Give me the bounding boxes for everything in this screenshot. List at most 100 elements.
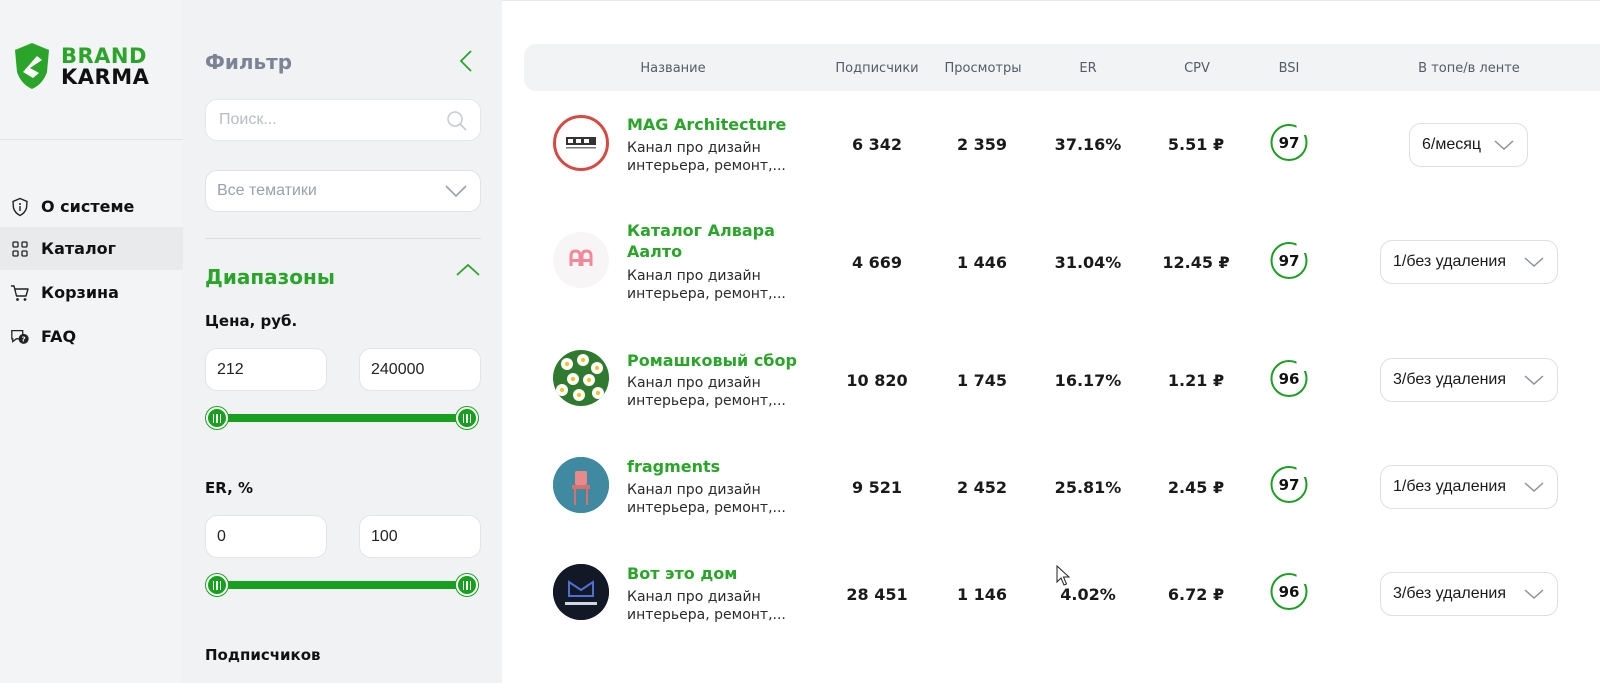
- ranges-section-title[interactable]: Диапазоны: [205, 265, 335, 289]
- brand-logo[interactable]: BRAND KARMA: [13, 40, 178, 96]
- header-name[interactable]: Название: [640, 61, 705, 76]
- svg-text:?: ?: [22, 334, 26, 343]
- top-placement-select[interactable]: 6/месяц: [1409, 123, 1528, 167]
- views-value: 2 452: [956, 478, 1008, 497]
- views-value: 2 359: [956, 135, 1008, 154]
- bsi-badge: 97: [1270, 241, 1309, 279]
- subscribers-value: 28 451: [846, 585, 908, 604]
- mouse-pointer-icon: [1056, 565, 1070, 586]
- top-placement-value: 1/без удаления: [1393, 478, 1507, 495]
- header-bsi[interactable]: BSI: [1279, 61, 1300, 76]
- wow-dom-avatar: [553, 564, 609, 620]
- channel-name-link[interactable]: Каталог Алвара Аалто: [627, 220, 807, 262]
- channel-description: Канал про дизайн интерьера, ремонт,...: [627, 589, 786, 623]
- top-placement-value: 6/месяц: [1422, 136, 1482, 153]
- nav-item-faq[interactable]: ? FAQ: [0, 315, 183, 358]
- channel-description: Канал про дизайн интерьера, ремонт,...: [627, 140, 786, 174]
- search-icon[interactable]: [446, 110, 468, 132]
- header-views[interactable]: Просмотры: [945, 61, 1022, 76]
- bsi-badge: 97: [1270, 465, 1309, 503]
- nav-item-about[interactable]: О системе: [0, 185, 183, 228]
- channel-description: Канал про дизайн интерьера, ремонт,...: [627, 482, 786, 516]
- top-placement-select[interactable]: 1/без удаления: [1380, 465, 1558, 509]
- subscribers-value: 10 820: [846, 371, 908, 390]
- price-slider-track[interactable]: [217, 414, 469, 422]
- search-field[interactable]: [205, 99, 481, 141]
- er-max-input[interactable]: [371, 527, 471, 546]
- subscribers-value: 4 669: [851, 253, 903, 272]
- catalog-aalto-avatar: [553, 232, 609, 288]
- chevron-down-icon: [1524, 257, 1544, 268]
- chevron-down-icon: [1524, 482, 1544, 493]
- nav-item-cart[interactable]: Корзина: [0, 271, 183, 314]
- header-cpv[interactable]: CPV: [1184, 61, 1210, 76]
- topics-select[interactable]: Все тематики: [205, 170, 481, 212]
- channel-description: Канал про дизайн интерьера, ремонт,...: [627, 375, 786, 409]
- er-value: 4.02%: [1060, 585, 1116, 604]
- er-slider-min-handle[interactable]: [206, 574, 228, 596]
- price-slider-max-handle[interactable]: [456, 407, 478, 429]
- nav-item-catalog[interactable]: Каталог: [0, 227, 183, 270]
- channel-name-link[interactable]: Вот это дом: [627, 563, 807, 584]
- nav-item-label: Каталог: [41, 239, 117, 258]
- er-value: 25.81%: [1054, 478, 1122, 497]
- top-placement-select[interactable]: 3/без удаления: [1380, 572, 1558, 616]
- table-header: Название Подписчики Просмотры ER CPV BSI…: [524, 44, 1600, 91]
- table-row[interactable]: Вот это дом Канал про дизайн интерьера, …: [502, 539, 1600, 646]
- table-row[interactable]: Каталог Алвара Аалто Канал про дизайн ин…: [502, 208, 1600, 315]
- table-row[interactable]: fragments Канал про дизайн интерьера, ре…: [502, 432, 1600, 539]
- header-subscribers[interactable]: Подписчики: [835, 61, 918, 76]
- cpv-value: 6.72 ₽: [1167, 585, 1225, 604]
- filter-title: Фильтр: [205, 50, 293, 74]
- main-navigation: BRAND KARMA О системе Каталог Корзина ? …: [0, 0, 183, 683]
- grid-icon: [10, 239, 30, 259]
- table-row[interactable]: Ромашковый сбор Канал про дизайн интерье…: [502, 325, 1600, 432]
- er-value: 37.16%: [1054, 135, 1122, 154]
- collapse-filter-button[interactable]: [453, 48, 479, 74]
- er-min-field[interactable]: [205, 515, 327, 558]
- price-max-field[interactable]: [359, 348, 481, 391]
- er-max-field[interactable]: [359, 515, 481, 558]
- brand-shield-icon: [15, 43, 49, 89]
- info-shield-icon: [10, 197, 30, 217]
- top-placement-value: 3/без удаления: [1393, 371, 1507, 388]
- price-min-field[interactable]: [205, 348, 327, 391]
- er-slider-max-handle[interactable]: [456, 574, 478, 596]
- cpv-value: 2.45 ₽: [1167, 478, 1225, 497]
- cpv-value: 12.45 ₽: [1162, 253, 1230, 272]
- fragments-chair-avatar: [553, 457, 609, 513]
- er-label: ER, %: [205, 479, 254, 497]
- mag-architecture-avatar: [553, 115, 609, 171]
- search-input[interactable]: [219, 111, 439, 129]
- views-value: 1 745: [956, 371, 1008, 390]
- top-placement-value: 3/без удаления: [1393, 585, 1507, 602]
- price-max-input[interactable]: [371, 360, 471, 379]
- channel-name-link[interactable]: MAG Architecture: [627, 114, 807, 135]
- price-slider-min-handle[interactable]: [206, 407, 228, 429]
- nav-item-label: FAQ: [41, 327, 77, 346]
- chevron-up-icon[interactable]: [455, 262, 481, 278]
- chevron-down-icon: [445, 185, 467, 198]
- cpv-value: 1.21 ₽: [1167, 371, 1225, 390]
- chevron-down-icon: [1524, 589, 1544, 600]
- top-placement-select[interactable]: 1/без удаления: [1380, 240, 1558, 284]
- er-value: 31.04%: [1054, 253, 1122, 272]
- bsi-badge: 96: [1270, 359, 1309, 397]
- price-min-input[interactable]: [217, 360, 317, 379]
- cpv-value: 5.51 ₽: [1167, 135, 1225, 154]
- chevron-down-icon: [1524, 375, 1544, 386]
- topics-select-value: Все тематики: [217, 182, 317, 199]
- table-row[interactable]: MAG Architecture Канал про дизайн интерь…: [502, 91, 1600, 198]
- header-er[interactable]: ER: [1079, 61, 1096, 76]
- channel-name-link[interactable]: fragments: [627, 456, 807, 477]
- er-min-input[interactable]: [217, 527, 317, 546]
- subscribers-value: 9 521: [851, 478, 903, 497]
- brand-word-2: KARMA: [61, 65, 150, 89]
- channel-name-link[interactable]: Ромашковый сбор: [627, 350, 807, 371]
- top-placement-select[interactable]: 3/без удаления: [1380, 358, 1558, 402]
- views-value: 1 146: [956, 585, 1008, 604]
- chevron-down-icon: [1494, 140, 1514, 151]
- header-top[interactable]: В топе/в ленте: [1418, 61, 1520, 76]
- top-placement-value: 1/без удаления: [1393, 253, 1507, 270]
- er-slider-track[interactable]: [217, 581, 469, 589]
